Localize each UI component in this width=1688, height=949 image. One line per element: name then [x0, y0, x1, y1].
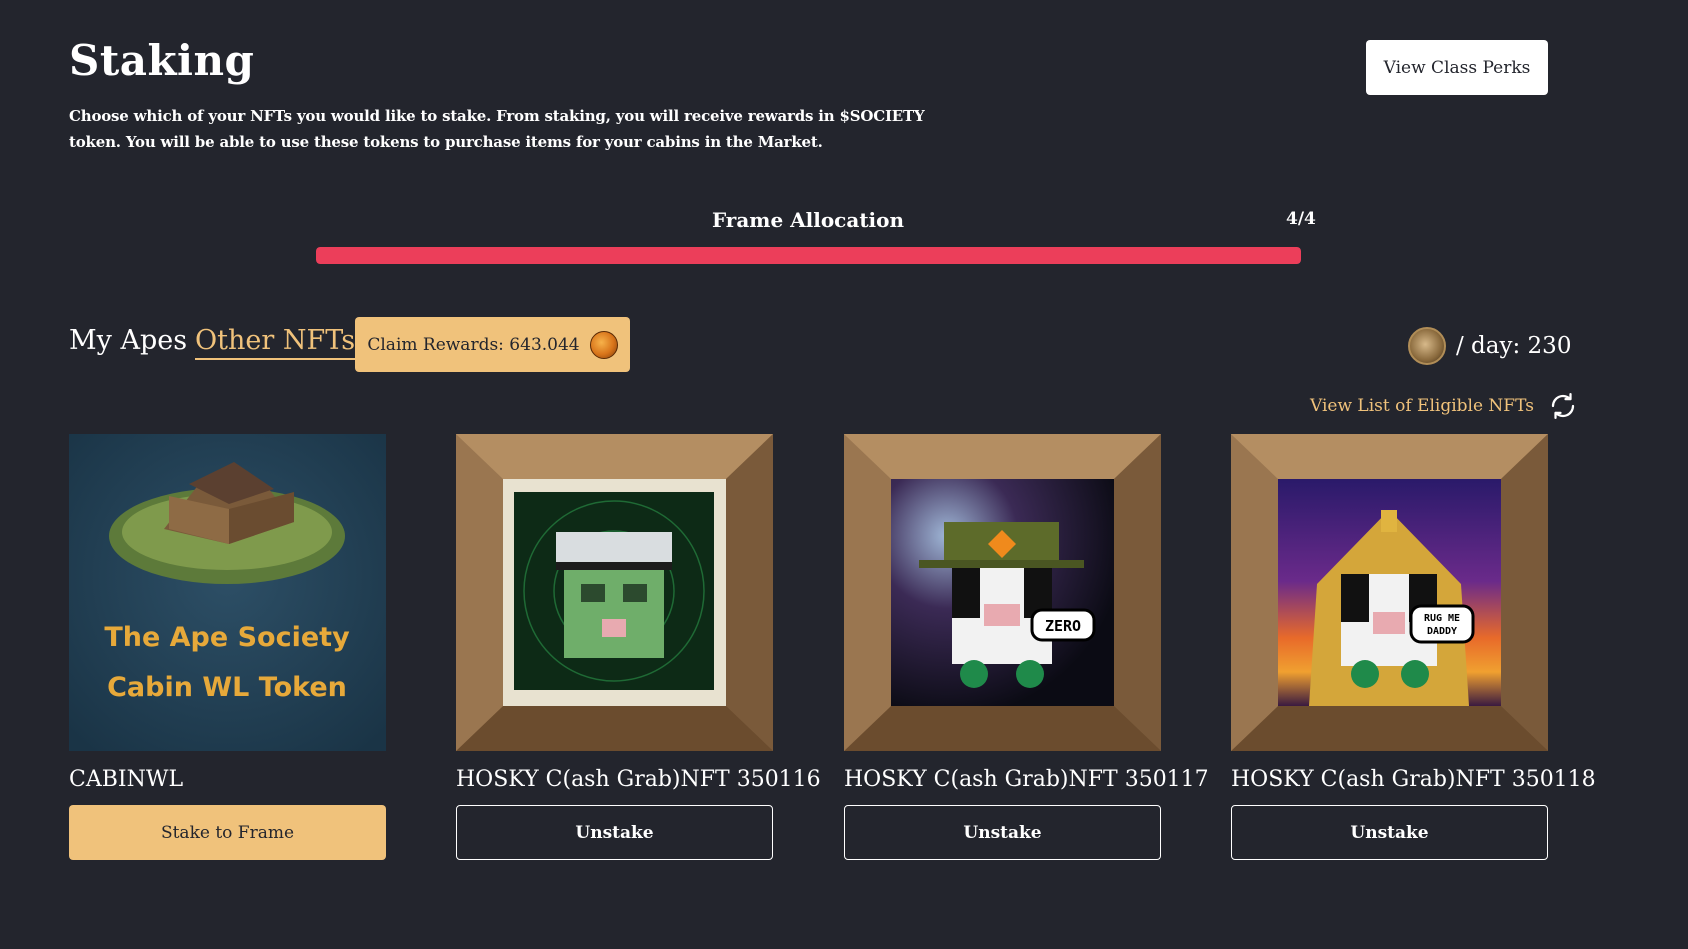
speech-bubble-text-line2: DADDY [1427, 626, 1457, 637]
nft-image-hosky-350116[interactable] [456, 434, 773, 751]
frame-allocation-count: 4/4 [1286, 209, 1316, 229]
eligible-nfts-row: View List of Eligible NFTs [1310, 391, 1578, 421]
page-title: Staking [69, 36, 255, 85]
nft-image-cabin[interactable]: The Ape Society Cabin WL Token [69, 434, 386, 751]
claim-rewards-button[interactable]: Claim Rewards: 643.044 [355, 317, 630, 372]
frame-allocation-bar-fill [316, 247, 1301, 264]
nft-name: HOSKY C(ash Grab)NFT 350118 [1231, 767, 1596, 792]
claim-rewards-label: Claim Rewards: 643.044 [367, 334, 580, 355]
unstake-button[interactable]: Unstake [456, 805, 773, 860]
nft-card: RUG ME DADDY HOSKY C(ash Grab)NFT 350118… [1231, 434, 1596, 860]
view-eligible-nfts-link[interactable]: View List of Eligible NFTs [1310, 396, 1534, 416]
daily-rate-label: / day: 230 [1456, 333, 1572, 359]
unstake-button[interactable]: Unstake [1231, 805, 1548, 860]
speech-bubble-text-line1: RUG ME [1424, 613, 1460, 624]
frame-allocation-bar [316, 247, 1301, 264]
stake-to-frame-button[interactable]: Stake to Frame [69, 805, 386, 860]
society-coin-icon [589, 330, 618, 359]
unstake-button[interactable]: Unstake [844, 805, 1161, 860]
nft-card: The Ape Society Cabin WL Token CABINWL S… [69, 434, 386, 860]
nft-name: HOSKY C(ash Grab)NFT 350116 [456, 767, 821, 792]
society-medallion-icon [1408, 327, 1446, 365]
frame-allocation-label: Frame Allocation [711, 208, 905, 232]
page-description: Choose which of your NFTs you would like… [69, 107, 925, 151]
tab-other-nfts[interactable]: Other NFTs [195, 325, 356, 360]
nft-card: ZERO HOSKY C(ash Grab)NFT 350117 Unstake [844, 434, 1209, 860]
tab-my-apes[interactable]: My Apes [69, 325, 187, 356]
nft-image-hosky-350117[interactable]: ZERO [844, 434, 1161, 751]
cabin-token-line2: Cabin WL Token [107, 672, 347, 703]
nft-name: HOSKY C(ash Grab)NFT 350117 [844, 767, 1209, 792]
speech-bubble-text: ZERO [1045, 617, 1081, 635]
nft-card: HOSKY C(ash Grab)NFT 350116 Unstake [456, 434, 821, 860]
cabin-token-line1: The Ape Society [104, 622, 350, 653]
refresh-icon[interactable] [1548, 391, 1578, 421]
nft-name: CABINWL [69, 767, 184, 792]
nft-image-hosky-350118[interactable]: RUG ME DADDY [1231, 434, 1548, 751]
daily-rate: / day: 230 [1408, 327, 1571, 365]
view-class-perks-button[interactable]: View Class Perks [1366, 40, 1548, 95]
